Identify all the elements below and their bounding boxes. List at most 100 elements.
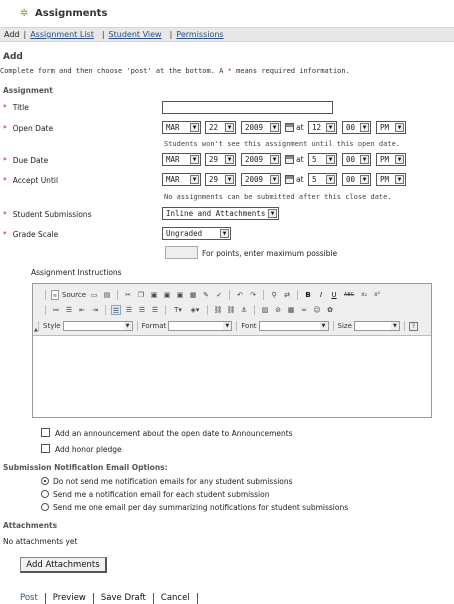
chevron-down-icon: ▼	[220, 229, 229, 238]
calendar-icon[interactable]	[285, 155, 294, 164]
save-draft-button[interactable]: Save Draft	[101, 593, 146, 603]
notify-each-radio[interactable]	[41, 490, 49, 498]
title-input[interactable]	[162, 101, 333, 114]
link-icon[interactable]: ⛓	[213, 305, 223, 315]
accept-until-label: * Accept Until	[3, 176, 59, 185]
bulleted-list-icon[interactable]: ☰	[64, 305, 74, 315]
align-right-icon[interactable]: ☰	[137, 305, 147, 315]
table-icon[interactable]: ▦	[286, 305, 296, 315]
due-date-ampm-select[interactable]: PM ▼	[376, 153, 406, 166]
align-justify-icon[interactable]: ☰	[150, 305, 160, 315]
image-icon[interactable]: ▨	[260, 305, 270, 315]
calendar-icon[interactable]	[285, 175, 294, 184]
nav-link-student-view[interactable]: Student View	[109, 30, 162, 39]
paste-icon[interactable]: ▣	[149, 290, 159, 300]
font-label: Font	[241, 322, 257, 330]
strikethrough-button[interactable]: ABC	[342, 290, 356, 300]
toolbar-collapse-icon[interactable]: ▲	[34, 327, 38, 333]
underline-button[interactable]: U	[329, 290, 339, 300]
copy-icon[interactable]: ❐	[136, 290, 146, 300]
paste-word-icon[interactable]: ▣	[175, 290, 185, 300]
accept-until-year-select[interactable]: 2009 ▼	[241, 173, 281, 186]
cut-icon[interactable]: ✂	[123, 290, 133, 300]
redo-icon[interactable]: ↷	[248, 290, 258, 300]
accept-until-day-select[interactable]: 29 ▼	[205, 173, 236, 186]
accept-until-minute-select[interactable]: 00 ▼	[342, 173, 371, 186]
instructions-editor-label: Assignment Instructions	[31, 268, 122, 277]
chevron-down-icon: ▼	[223, 322, 232, 330]
outdent-icon[interactable]: ⇤	[77, 305, 87, 315]
new-page-icon[interactable]: ▭	[89, 290, 99, 300]
nav-link-permissions[interactable]: Permissions	[176, 30, 223, 39]
preview-button[interactable]: Preview	[53, 593, 86, 603]
nav-link-assignment-list[interactable]: Assignment List	[30, 30, 94, 39]
italic-button[interactable]: I	[316, 290, 326, 300]
honor-pledge-checkbox[interactable]	[41, 444, 50, 453]
announcement-label: Add an announcement about the open date …	[55, 429, 293, 438]
spellcheck-icon[interactable]: ✎	[201, 290, 211, 300]
cancel-button[interactable]: Cancel	[161, 593, 190, 603]
spellcheck-ayt-icon[interactable]: ✓	[214, 290, 224, 300]
notify-none-radio[interactable]	[41, 477, 49, 485]
add-attachments-button[interactable]: Add Attachments	[20, 557, 107, 573]
announcement-checkbox[interactable]	[41, 428, 50, 437]
post-button[interactable]: Post	[20, 593, 38, 603]
flash-icon[interactable]: ⊘	[273, 305, 283, 315]
font-select[interactable]: ▼	[258, 321, 329, 331]
align-center-icon[interactable]: ☰	[124, 305, 134, 315]
open-date-month-select[interactable]: MAR ▼	[162, 121, 201, 134]
due-date-day-select[interactable]: 29 ▼	[205, 153, 236, 166]
unlink-icon[interactable]: ⛓	[226, 305, 236, 315]
open-date-ampm-select[interactable]: PM ▼	[376, 121, 406, 134]
smiley-icon[interactable]: ☺	[312, 305, 322, 315]
chevron-down-icon: ▼	[270, 123, 279, 132]
help-button[interactable]: ?	[408, 321, 418, 331]
replace-icon[interactable]: ⇄	[282, 290, 292, 300]
calendar-icon[interactable]	[285, 123, 294, 132]
print-icon[interactable]: ▦	[188, 290, 198, 300]
form-instructions: Complete form and then choose 'post' at …	[0, 67, 350, 75]
source-button[interactable]: Source	[62, 291, 86, 299]
student-submissions-select[interactable]: Inline and Attachments ▼	[162, 207, 279, 220]
grade-scale-select[interactable]: Ungraded ▼	[162, 227, 231, 240]
open-date-minute-select[interactable]: 00 ▼	[342, 121, 371, 134]
due-date-year-select[interactable]: 2009 ▼	[241, 153, 281, 166]
horizontal-rule-icon[interactable]: ═	[299, 305, 309, 315]
superscript-button[interactable]: x²	[372, 290, 382, 300]
paste-text-icon[interactable]: ▣	[162, 290, 172, 300]
accept-until-month-select[interactable]: MAR ▼	[162, 173, 201, 186]
assignments-tool-icon: ✲	[20, 7, 29, 19]
text-color-icon[interactable]: T▾	[171, 305, 185, 315]
bold-button[interactable]: B	[303, 290, 313, 300]
format-select[interactable]: ▼	[168, 321, 233, 331]
chevron-down-icon: ▼	[190, 155, 199, 164]
accept-until-note: No assignments can be submitted after th…	[164, 193, 392, 201]
special-char-icon[interactable]: ✿	[325, 305, 335, 315]
due-date-month-select[interactable]: MAR ▼	[162, 153, 201, 166]
notify-daily-radio[interactable]	[41, 503, 49, 511]
accept-until-row: MAR ▼ 29 ▼ 2009 ▼ at 5 ▼ 00 ▼ PM ▼	[162, 173, 422, 187]
subscript-button[interactable]: x₂	[359, 290, 369, 300]
anchor-icon[interactable]: ⚓	[239, 305, 249, 315]
accept-until-ampm-select[interactable]: PM ▼	[376, 173, 406, 186]
due-date-hour-select[interactable]: 5 ▼	[308, 153, 337, 166]
size-select[interactable]: ▼	[353, 321, 400, 331]
open-date-hour-select[interactable]: 12 ▼	[308, 121, 337, 134]
accept-until-hour-select[interactable]: 5 ▼	[308, 173, 337, 186]
style-select[interactable]: ▼	[62, 321, 133, 331]
source-icon[interactable]: ≡	[51, 290, 59, 300]
due-date-minute-select[interactable]: 00 ▼	[342, 153, 371, 166]
undo-icon[interactable]: ↶	[235, 290, 245, 300]
style-label: Style	[43, 322, 61, 330]
open-date-year-select[interactable]: 2009 ▼	[241, 121, 281, 134]
preview-icon[interactable]: ▤	[102, 290, 112, 300]
align-left-icon[interactable]: ☰	[111, 305, 121, 315]
chevron-down-icon: ▼	[270, 155, 279, 164]
numbered-list-icon[interactable]: ≔	[51, 305, 61, 315]
find-icon[interactable]: ⚲	[269, 290, 279, 300]
max-points-input[interactable]	[165, 246, 198, 259]
open-date-day-select[interactable]: 22 ▼	[205, 121, 236, 134]
editor-content-area[interactable]	[33, 337, 431, 417]
background-color-icon[interactable]: ◈▾	[188, 305, 202, 315]
indent-icon[interactable]: ⇥	[90, 305, 100, 315]
